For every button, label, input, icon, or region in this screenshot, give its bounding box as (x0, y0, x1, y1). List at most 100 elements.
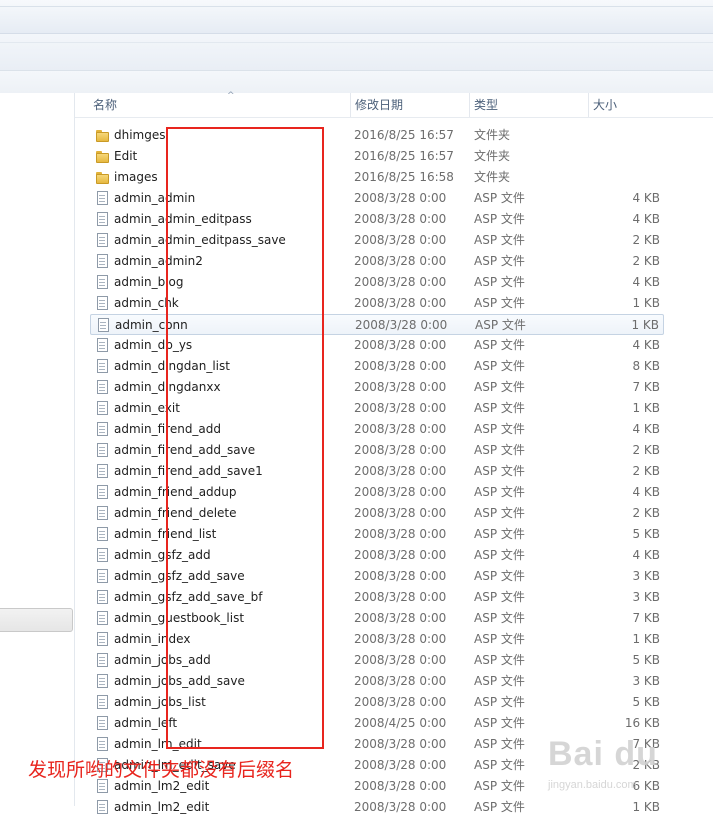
address-bar (0, 34, 713, 71)
file-size: 1 KB (632, 632, 660, 646)
column-date-header[interactable]: 修改日期 (351, 93, 470, 117)
file-type: ASP 文件 (474, 380, 525, 394)
folder-row[interactable]: Edit 2016/8/25 16:57 文件夹 (90, 146, 664, 167)
file-row[interactable]: admin_conn 2008/3/28 0:00 ASP 文件 1 KB (90, 314, 664, 335)
file-row[interactable]: admin_admin2 2008/3/28 0:00 ASP 文件 2 KB (90, 251, 664, 272)
file-date: 2008/3/28 0:00 (354, 191, 447, 205)
file-type: ASP 文件 (474, 758, 525, 772)
file-icon (96, 485, 108, 500)
file-name: admin_firend_add (114, 422, 222, 436)
file-date: 2008/3/28 0:00 (354, 779, 447, 793)
file-date: 2008/3/28 0:00 (354, 674, 447, 688)
watermark-logo: Bai du (548, 735, 658, 773)
file-row[interactable]: admin_friend_addup 2008/3/28 0:00 ASP 文件 4 … (90, 482, 664, 503)
file-row[interactable]: admin_guestbook_list 2008/3/28 0:00 ASP 文件… (90, 608, 664, 629)
file-name: admin_firend_add_save1 (114, 464, 263, 478)
file-name: dhimges (114, 128, 166, 142)
file-type: ASP 文件 (474, 611, 525, 625)
file-row[interactable]: admin_firend_add_save 2008/3/28 0:00 ASP 文… (90, 440, 664, 461)
file-row[interactable]: admin_admin_editpass_save 2008/3/28 0:00 A… (90, 230, 664, 251)
column-size-header[interactable]: 大小 (589, 93, 713, 117)
file-icon (97, 318, 109, 333)
file-size: 1 KB (631, 318, 659, 332)
file-row[interactable]: admin_gsfz_add_save 2008/3/28 0:00 ASP 文件 3… (90, 566, 664, 587)
file-icon (96, 233, 108, 248)
file-type: ASP 文件 (474, 653, 525, 667)
file-name: admin_chk (114, 296, 179, 310)
file-name: admin_lm2_edit (114, 800, 210, 814)
column-type-label: 类型 (474, 98, 499, 112)
sort-arrow-icon: ^ (227, 91, 235, 101)
file-size: 1 KB (632, 296, 660, 310)
file-icon (96, 653, 108, 668)
column-name-header[interactable]: ^ 名称 (89, 91, 351, 117)
file-row[interactable]: admin_db_ys 2008/3/28 0:00 ASP 文件 4 KB (90, 335, 664, 356)
file-date: 2008/3/28 0:00 (354, 359, 447, 373)
file-name: admin_conn (115, 318, 188, 332)
file-type: ASP 文件 (475, 318, 526, 332)
file-type: ASP 文件 (474, 338, 525, 352)
file-type: ASP 文件 (474, 443, 525, 457)
file-row[interactable]: admin_dingdan_list 2008/3/28 0:00 ASP 文件 8 … (90, 356, 664, 377)
file-icon (96, 359, 108, 374)
file-type: ASP 文件 (474, 632, 525, 646)
file-row[interactable]: admin_gsfz_add 2008/3/28 0:00 ASP 文件 4 KB (90, 545, 664, 566)
file-name: admin_jobs_add_save (114, 674, 245, 688)
file-size: 2 KB (632, 506, 660, 520)
file-row[interactable]: admin_firend_add_save1 2008/3/28 0:00 ASP … (90, 461, 664, 482)
file-date: 2008/3/28 0:00 (354, 233, 447, 247)
file-row[interactable]: admin_jobs_list 2008/3/28 0:00 ASP 文件 5 KB (90, 692, 664, 713)
file-name: admin_friend_delete (114, 506, 237, 520)
file-name: admin_dingdanxx (114, 380, 221, 394)
file-date: 2008/3/28 0:00 (354, 758, 447, 772)
file-type: ASP 文件 (474, 569, 525, 583)
column-size-label: 大小 (593, 98, 618, 112)
file-row[interactable]: admin_admin_editpass 2008/3/28 0:00 ASP 文件… (90, 209, 664, 230)
column-type-header[interactable]: 类型 (470, 93, 589, 117)
file-name: admin_firend_add_save (114, 443, 256, 457)
file-row[interactable]: admin_friend_list 2008/3/28 0:00 ASP 文件 5 K… (90, 524, 664, 545)
file-type: ASP 文件 (474, 212, 525, 226)
file-icon (96, 611, 108, 626)
file-row[interactable]: admin_index 2008/3/28 0:00 ASP 文件 1 KB (90, 629, 664, 650)
file-icon (96, 275, 108, 290)
file-row[interactable]: admin_firend_add 2008/3/28 0:00 ASP 文件 4 KB (90, 419, 664, 440)
file-icon (96, 191, 108, 206)
file-name: admin_admin2 (114, 254, 203, 268)
file-icon (96, 548, 108, 563)
file-icon (96, 422, 108, 437)
file-type: ASP 文件 (474, 233, 525, 247)
navigation-pane[interactable] (0, 93, 75, 806)
file-row[interactable]: admin_friend_delete 2008/3/28 0:00 ASP 文件 2… (90, 503, 664, 524)
file-row[interactable]: admin_left 2008/4/25 0:00 ASP 文件 16 KB (90, 713, 664, 734)
file-size: 2 KB (632, 443, 660, 457)
file-size: 8 KB (632, 359, 660, 373)
file-row[interactable]: admin_dingdanxx 2008/3/28 0:00 ASP 文件 7 KB (90, 377, 664, 398)
nav-selected-item[interactable] (0, 608, 73, 632)
file-icon (96, 527, 108, 542)
file-name: admin_admin_editpass (114, 212, 252, 226)
file-type: ASP 文件 (474, 527, 525, 541)
file-size: 7 KB (632, 380, 660, 394)
file-type: ASP 文件 (474, 422, 525, 436)
file-size: 4 KB (632, 212, 660, 226)
file-row[interactable]: admin_jobs_add 2008/3/28 0:00 ASP 文件 5 KB (90, 650, 664, 671)
file-icon (96, 464, 108, 479)
file-type: ASP 文件 (474, 464, 525, 478)
file-row[interactable]: admin_jobs_add_save 2008/3/28 0:00 ASP 文件 3… (90, 671, 664, 692)
file-name: admin_gsfz_add_save_bf (114, 590, 263, 604)
file-row[interactable]: admin_blog 2008/3/28 0:00 ASP 文件 4 KB (90, 272, 664, 293)
file-size: 5 KB (632, 527, 660, 541)
folder-row[interactable]: dhimges 2016/8/25 16:57 文件夹 (90, 125, 664, 146)
file-date: 2008/3/28 0:00 (354, 338, 447, 352)
file-row[interactable]: admin_gsfz_add_save_bf 2008/3/28 0:00 ASP … (90, 587, 664, 608)
file-row[interactable]: admin_admin 2008/3/28 0:00 ASP 文件 4 KB (90, 188, 664, 209)
folder-row[interactable]: images 2016/8/25 16:58 文件夹 (90, 167, 664, 188)
file-type: ASP 文件 (474, 296, 525, 310)
file-row[interactable]: admin_chk 2008/3/28 0:00 ASP 文件 1 KB (90, 293, 664, 314)
file-name: admin_admin_editpass_save (114, 233, 286, 247)
file-name: admin_db_ys (114, 338, 193, 352)
file-row[interactable]: admin_exit 2008/3/28 0:00 ASP 文件 1 KB (90, 398, 664, 419)
file-date: 2008/3/28 0:00 (354, 401, 447, 415)
file-size: 2 KB (632, 254, 660, 268)
